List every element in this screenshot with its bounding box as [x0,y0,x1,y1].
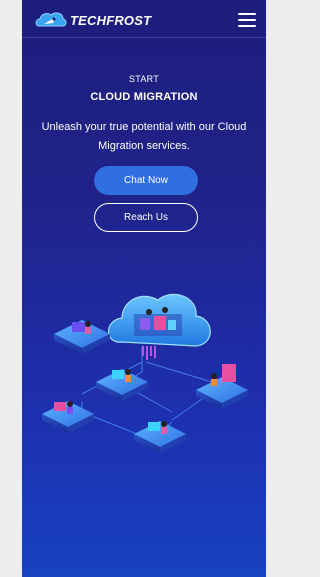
hero-kicker: START [128,74,160,84]
workstation-tile-1 [54,320,110,354]
brand-name: TECHFROST [70,13,152,28]
cloud-icon [107,293,211,360]
chat-now-button[interactable]: Chat Now [94,166,198,195]
hero-title: CLOUD MIGRATION [90,91,198,103]
hero-subtitle: Unleash your true potential with our Clo… [41,121,247,152]
workstation-tile-2 [96,369,148,401]
hamburger-menu-icon[interactable] [238,13,256,27]
reach-us-button[interactable]: Reach Us [94,203,198,232]
cloud-network-isometric-illustration [22,262,266,482]
top-navbar: TECHFROST [22,0,266,38]
cloud-rocket-icon [35,12,67,27]
workstation-tile-4 [134,421,186,453]
workstation-tile-5 [196,364,248,409]
workstation-tile-3 [42,401,94,433]
mobile-page: TECHFROST START CLOUD MIGRATION Unleash … [22,0,266,577]
brand-logo[interactable]: TECHFROST [34,9,154,31]
